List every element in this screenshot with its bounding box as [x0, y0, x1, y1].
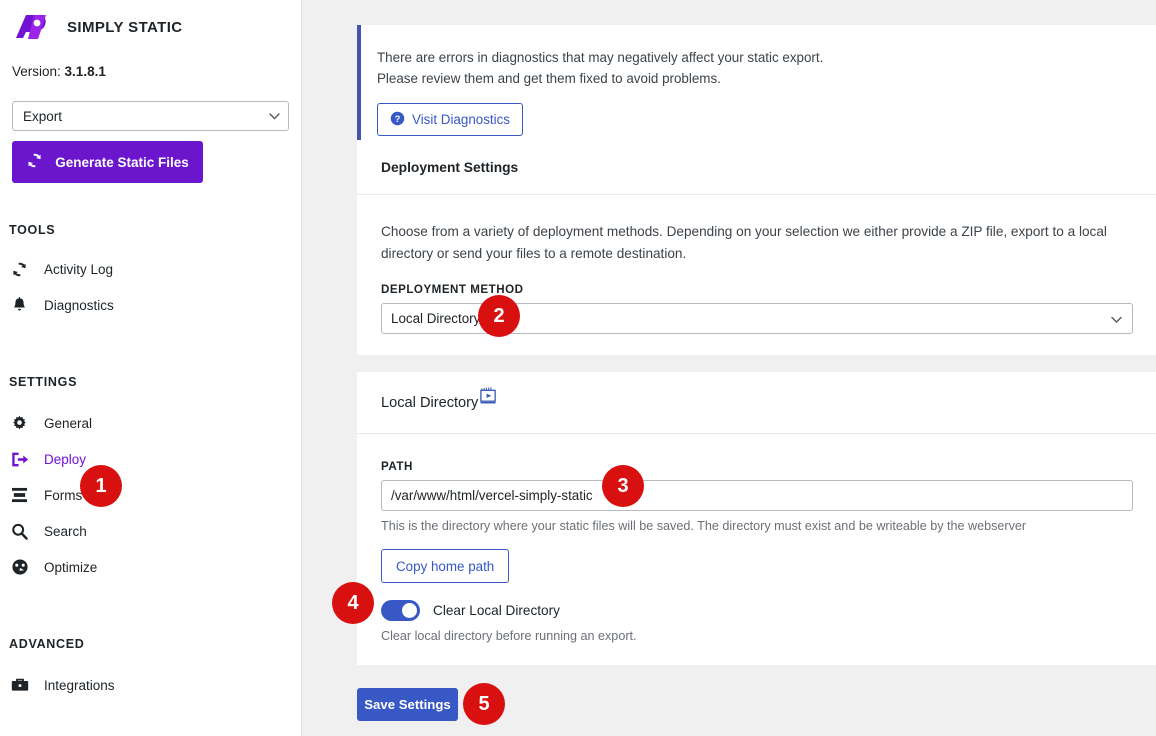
deployment-settings-card: Deployment Settings Choose from a variet…	[357, 140, 1156, 355]
export-select[interactable]: Export	[12, 101, 289, 131]
local-directory-title: Local Directory	[381, 394, 479, 411]
copy-home-path-label: Copy home path	[396, 558, 495, 574]
annotation-badge-1: 1	[80, 465, 122, 507]
notice-line-2: Please review them and get them fixed to…	[377, 71, 721, 86]
generate-static-files-button[interactable]: Generate Static Files	[12, 141, 203, 183]
clear-local-directory-label: Clear Local Directory	[433, 603, 560, 618]
deployment-method-label: DEPLOYMENT METHOD	[381, 283, 524, 296]
annotation-badge-2: 2	[478, 295, 520, 337]
sidebar-item-label: Diagnostics	[44, 297, 114, 313]
notice-line-1: There are errors in diagnostics that may…	[377, 50, 824, 65]
simply-static-logo-icon	[12, 12, 58, 42]
path-input[interactable]: /var/www/html/vercel-simply-static	[381, 480, 1133, 511]
copy-home-path-button[interactable]: Copy home path	[381, 549, 510, 583]
sidebar-item-activity-log[interactable]: Activity Log	[0, 251, 301, 287]
deployment-settings-title: Deployment Settings	[357, 140, 1156, 195]
path-label: PATH	[381, 460, 413, 473]
sidebar-item-search[interactable]: Search	[0, 513, 301, 549]
brand-header: SIMPLY STATIC	[0, 0, 301, 42]
bell-icon	[9, 296, 30, 314]
sidebar-item-label: Activity Log	[44, 261, 114, 277]
gear-icon	[9, 415, 30, 432]
clear-local-directory-helper: Clear local directory before running an …	[381, 629, 637, 643]
export-arrow-icon	[9, 451, 30, 468]
generate-static-files-label: Generate Static Files	[55, 154, 189, 170]
deployment-settings-body: Choose from a variety of deployment meth…	[357, 195, 1156, 334]
clear-local-directory-row: Clear Local Directory	[381, 600, 1132, 621]
visit-diagnostics-button[interactable]: ? Visit Diagnostics	[377, 103, 523, 136]
visit-diagnostics-label: Visit Diagnostics	[412, 112, 510, 127]
sidebar-item-deploy[interactable]: Deploy	[0, 441, 301, 477]
annotation-badge-3: 3	[602, 465, 644, 507]
clear-local-directory-toggle[interactable]	[381, 600, 420, 621]
deployment-method-value: Local Directory	[391, 311, 481, 326]
search-icon	[9, 523, 30, 540]
path-helper-text: This is the directory where your static …	[381, 519, 1027, 533]
sidebar-item-label: Deploy	[44, 451, 87, 467]
diagnostics-error-notice: There are errors in diagnostics that may…	[357, 25, 1156, 140]
sidebar-item-integrations[interactable]: Integrations	[0, 667, 301, 703]
sidebar-item-label: Integrations	[44, 677, 115, 693]
export-select-value: Export	[23, 108, 63, 124]
forms-icon	[9, 487, 30, 503]
refresh-icon	[26, 152, 43, 172]
local-directory-body: PATH /var/www/html/vercel-simply-static …	[357, 434, 1156, 643]
sidebar-item-forms[interactable]: Forms	[0, 477, 301, 513]
gauge-icon	[9, 558, 30, 576]
briefcase-icon	[9, 678, 30, 692]
video-tutorial-icon[interactable]	[479, 386, 498, 409]
sidebar-group-tools-title: TOOLS	[9, 223, 56, 237]
sidebar-item-optimize[interactable]: Optimize	[0, 549, 301, 585]
toggle-knob	[402, 603, 417, 618]
app-root: SIMPLY STATIC Version: 3.1.8.1 Export Ge…	[0, 0, 1156, 736]
main-content: There are errors in diagnostics that may…	[302, 0, 1156, 736]
save-settings-button[interactable]: Save Settings	[357, 688, 458, 721]
annotation-badge-4: 4	[332, 582, 374, 624]
version-value: 3.1.8.1	[64, 64, 106, 79]
deployment-description: Choose from a variety of deployment meth…	[381, 224, 1107, 261]
path-input-value: /var/www/html/vercel-simply-static	[391, 488, 593, 503]
sidebar-item-general[interactable]: General	[0, 405, 301, 441]
local-directory-card: Local Directory PATH /var/www/html/verce…	[357, 372, 1156, 665]
version-line: Version: 3.1.8.1	[12, 64, 301, 79]
local-directory-header: Local Directory	[357, 372, 1156, 434]
sidebar-item-diagnostics[interactable]: Diagnostics	[0, 287, 301, 323]
sidebar-item-label: Search	[44, 523, 87, 539]
sidebar-group-settings-title: SETTINGS	[9, 375, 78, 389]
export-select-wrapper[interactable]: Export	[12, 101, 289, 131]
save-settings-label: Save Settings	[364, 697, 451, 712]
refresh-icon	[9, 261, 30, 278]
svg-text:?: ?	[395, 113, 401, 123]
sidebar-group-advanced-title: ADVANCED	[9, 637, 85, 651]
sidebar-item-label: Optimize	[44, 559, 98, 575]
sidebar-item-label: General	[44, 415, 93, 431]
version-label: Version:	[12, 64, 61, 79]
chevron-down-icon	[1111, 311, 1122, 326]
sidebar: SIMPLY STATIC Version: 3.1.8.1 Export Ge…	[0, 0, 302, 736]
brand-name: SIMPLY STATIC	[67, 18, 183, 36]
question-circle-icon: ?	[390, 111, 405, 129]
annotation-badge-5: 5	[463, 683, 505, 725]
sidebar-item-label: Forms	[44, 487, 83, 503]
